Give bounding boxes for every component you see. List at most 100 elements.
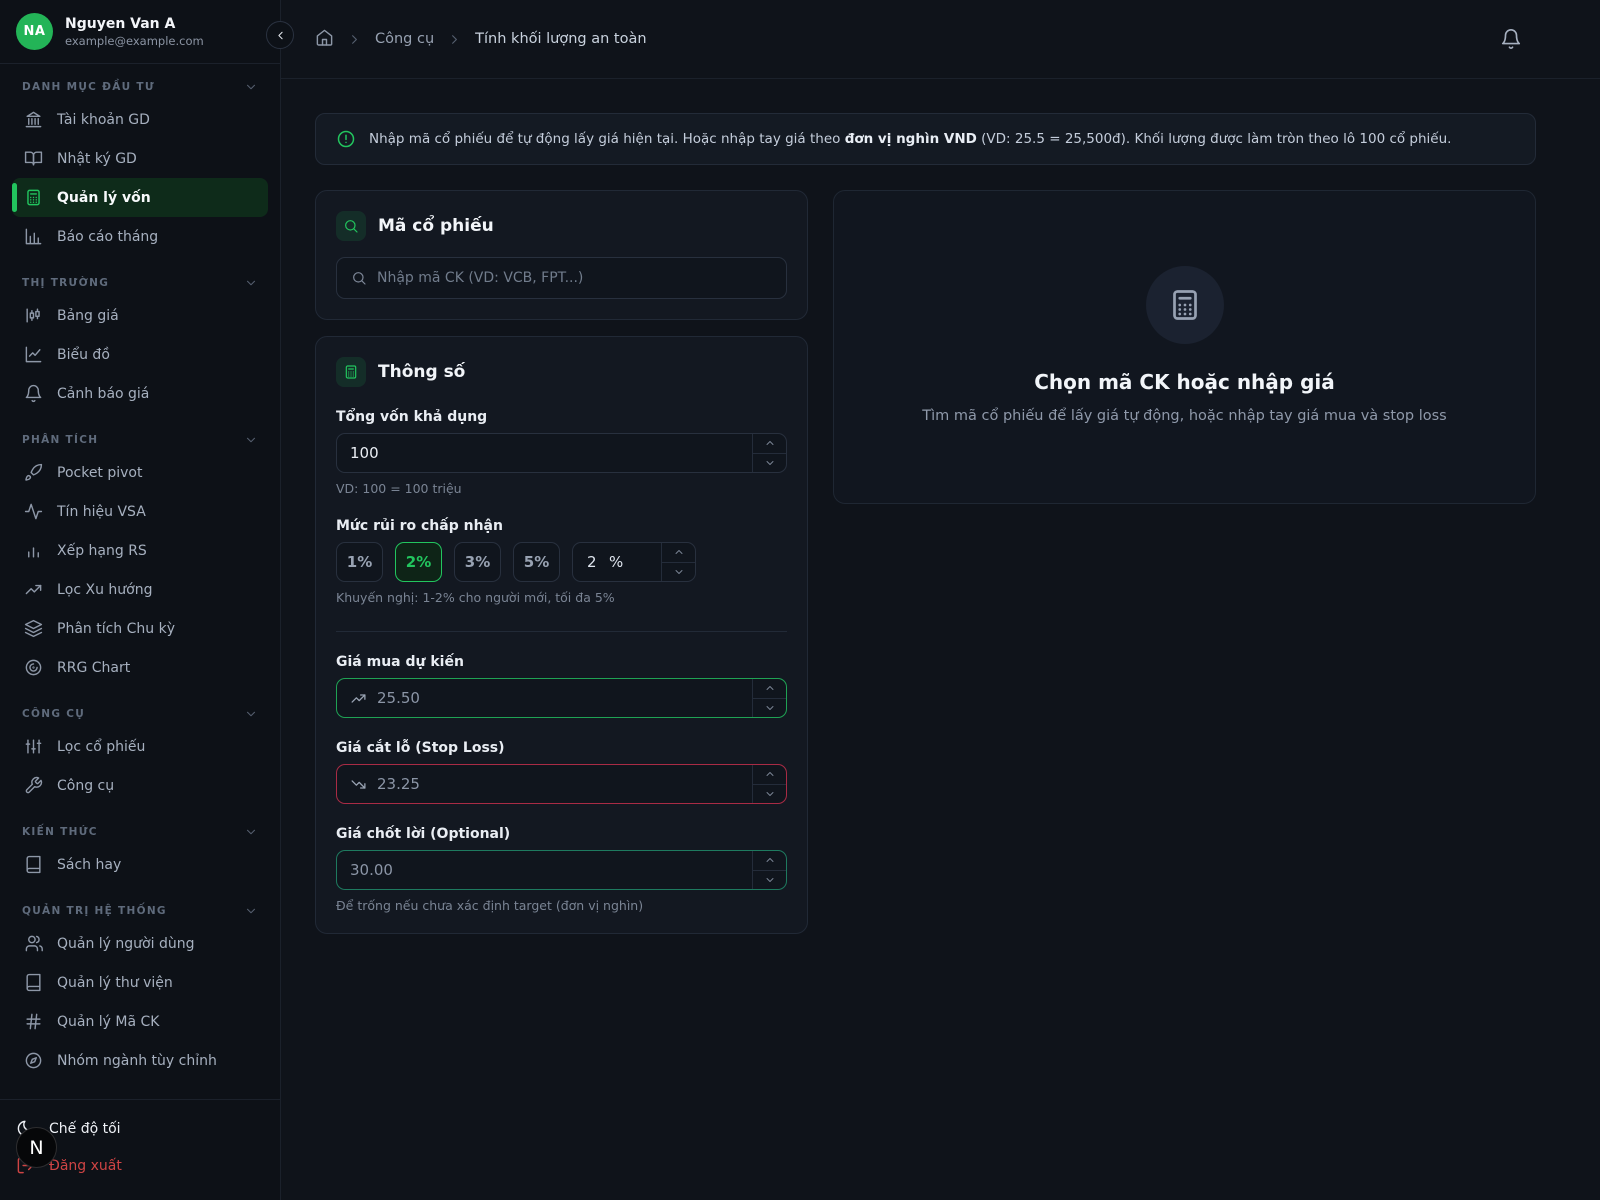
stepper-up-button[interactable] (753, 679, 786, 699)
chevron-down-icon (244, 276, 258, 290)
breadcrumb-current: Tính khối lượng an toàn (475, 31, 646, 47)
chevron-right-icon (347, 32, 362, 47)
stoploss-field (336, 764, 787, 804)
page-content: Nhập mã cổ phiếu để tự động lấy giá hiện… (281, 79, 1600, 1200)
stepper-up-button[interactable] (662, 543, 695, 563)
takeprofit-stepper (752, 851, 786, 889)
bar-chart-icon (24, 541, 43, 560)
report-chart-icon (24, 227, 43, 246)
notifications-bell-icon[interactable] (1500, 28, 1522, 50)
sidebar-item-bieu-do[interactable]: Biểu đồ (12, 335, 268, 374)
ticker-card-icon-chip (336, 211, 366, 241)
sidebar-item-rrg-chart[interactable]: RRG Chart (12, 648, 268, 687)
takeprofit-input[interactable] (350, 861, 744, 879)
nav-section-phan-tich[interactable]: PHÂN TÍCH (12, 427, 268, 453)
sidebar-nav: DANH MỤC ĐẦU TƯTài khoản GDNhật ký GDQuả… (0, 64, 280, 1099)
hash-icon (24, 1012, 43, 1031)
stepper-down-button[interactable] (753, 871, 786, 890)
chevron-left-icon (274, 29, 287, 42)
sidebar-item-nhat-ky-gd[interactable]: Nhật ký GD (12, 139, 268, 178)
nav-section-label: THỊ TRƯỜNG (22, 277, 109, 289)
chevron-right-icon (447, 32, 462, 47)
capital-input[interactable] (350, 444, 744, 462)
divider (336, 631, 787, 632)
breadcrumb-tools[interactable]: Công cụ (375, 31, 434, 47)
chevron-down-icon (244, 80, 258, 94)
bell-icon (24, 384, 43, 403)
form-column: Mã cổ phiếu Thông số Tổng vốn khả dụng (315, 190, 808, 934)
stepper-down-button[interactable] (753, 699, 786, 718)
ticker-search-input[interactable] (377, 270, 772, 286)
chevron-down-icon (764, 874, 776, 886)
sidebar-item-pocket-pivot[interactable]: Pocket pivot (12, 453, 268, 492)
calculator-icon (343, 364, 359, 380)
risk-label: Mức rủi ro chấp nhận (336, 518, 787, 534)
bar-chart-icon (24, 541, 43, 560)
calculator-icon (24, 188, 43, 207)
stepper-down-button[interactable] (662, 563, 695, 582)
sidebar-item-quan-ly-thu-vien[interactable]: Quản lý thư viện (12, 963, 268, 1002)
book-icon (24, 855, 43, 874)
rocket-icon (24, 463, 43, 482)
user-profile[interactable]: NA Nguyen Van A example@example.com (0, 0, 280, 64)
trending-up-icon (350, 690, 367, 707)
sidebar-item-nhom-nganh-tuy-chinh[interactable]: Nhóm ngành tùy chỉnh (12, 1041, 268, 1080)
nav-section-danh-muc-au-tu[interactable]: DANH MỤC ĐẦU TƯ (12, 74, 268, 100)
stepper-down-button[interactable] (753, 785, 786, 804)
chevron-down-icon (244, 707, 258, 721)
avatar: NA (16, 13, 53, 50)
compass-icon (24, 1051, 43, 1070)
chevron-up-icon (764, 437, 776, 449)
dev-indicator-badge[interactable]: N (16, 1127, 57, 1168)
sidebar-item-loc-xu-huong[interactable]: Lọc Xu hướng (12, 570, 268, 609)
sidebar-item-label: Quản lý người dùng (57, 936, 194, 952)
rocket-icon (24, 463, 43, 482)
stoploss-input[interactable] (377, 775, 744, 793)
sidebar-collapse-button[interactable] (266, 21, 294, 49)
chevron-right-icon (447, 32, 462, 47)
breadcrumb-home[interactable] (315, 28, 334, 51)
sidebar-item-quan-ly-ma-ck[interactable]: Quản lý Mã CK (12, 1002, 268, 1041)
sidebar-item-bang-gia[interactable]: Bảng giá (12, 296, 268, 335)
sidebar-item-loc-co-phieu[interactable]: Lọc cổ phiếu (12, 727, 268, 766)
bank-icon (24, 110, 43, 129)
risk-option-1[interactable]: 1% (336, 542, 383, 582)
risk-option-5[interactable]: 5% (513, 542, 560, 582)
sidebar-item-label: Bảng giá (57, 308, 119, 324)
buy-price-input[interactable] (377, 689, 744, 707)
nav-section-label: DANH MỤC ĐẦU TƯ (22, 81, 155, 93)
stepper-up-button[interactable] (753, 851, 786, 871)
home-icon (315, 28, 334, 47)
nav-section-label: QUẢN TRỊ HỆ THỐNG (22, 905, 167, 917)
sidebar-item-xep-hang-rs[interactable]: Xếp hạng RS (12, 531, 268, 570)
calculator-icon (343, 364, 359, 380)
risk-option-3[interactable]: 3% (454, 542, 501, 582)
risk-custom-input[interactable] (587, 553, 609, 571)
library-icon (24, 973, 43, 992)
info-banner: Nhập mã cổ phiếu để tự động lấy giá hiện… (315, 113, 1536, 165)
nav-section-kien-thuc[interactable]: KIẾN THỨC (12, 819, 268, 845)
sidebar-item-phan-tich-chu-ky[interactable]: Phân tích Chu kỳ (12, 609, 268, 648)
chevron-down-icon (764, 702, 776, 714)
sidebar-item-bao-cao-thang[interactable]: Báo cáo tháng (12, 217, 268, 256)
chevron-up-icon (764, 682, 776, 694)
stepper-down-button[interactable] (753, 454, 786, 473)
stepper-up-button[interactable] (753, 765, 786, 785)
risk-option-2[interactable]: 2% (395, 542, 442, 582)
empty-state-subtitle: Tìm mã cổ phiếu để lấy giá tự động, hoặc… (922, 406, 1447, 428)
stepper-up-button[interactable] (753, 434, 786, 454)
nav-section-thi-truong[interactable]: THỊ TRƯỜNG (12, 270, 268, 296)
sidebar-item-quan-ly-nguoi-dung[interactable]: Quản lý người dùng (12, 924, 268, 963)
sidebar-item-tin-hieu-vsa[interactable]: Tín hiệu VSA (12, 492, 268, 531)
sidebar-item-cong-cu[interactable]: Công cụ (12, 766, 268, 805)
sidebar-item-tai-khoan-gd[interactable]: Tài khoản GD (12, 100, 268, 139)
chevron-down-icon (764, 457, 776, 469)
sidebar-item-quan-ly-von[interactable]: Quản lý vốn (12, 178, 268, 217)
sidebar-item-sach-hay[interactable]: Sách hay (12, 845, 268, 884)
nav-section-cong-cu[interactable]: CÔNG CỤ (12, 701, 268, 727)
sidebar-item-canh-bao-gia[interactable]: Cảnh báo giá (12, 374, 268, 413)
chevron-down-icon (764, 457, 776, 469)
book-open-icon (24, 149, 43, 168)
calculator-icon (24, 188, 43, 207)
nav-section-quan-tri-he-thong[interactable]: QUẢN TRỊ HỆ THỐNG (12, 898, 268, 924)
